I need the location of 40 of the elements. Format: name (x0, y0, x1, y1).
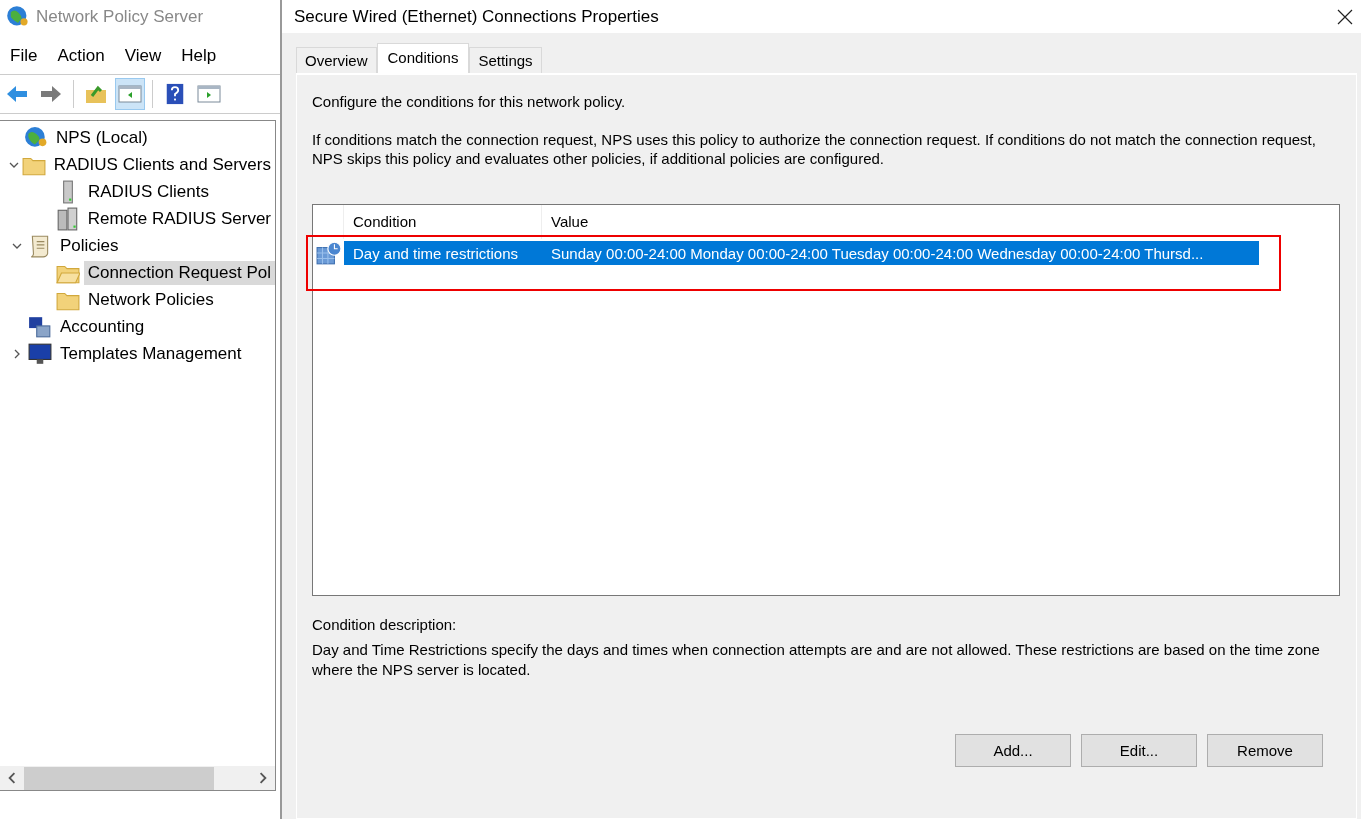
menu-item[interactable]: Help (181, 45, 217, 66)
monitor-icon (28, 341, 52, 366)
description-label: Condition description: (312, 616, 458, 633)
expand-chevron-icon[interactable] (12, 348, 22, 359)
menu-item[interactable]: View (124, 45, 162, 66)
tree-item[interactable]: Network Policies (84, 287, 218, 312)
scrollbar-thumb[interactable] (24, 766, 214, 790)
menu-item[interactable]: File (10, 45, 38, 66)
close-icon[interactable] (1337, 8, 1353, 25)
column-header[interactable]: Condition (343, 205, 541, 239)
window-title: Network Policy Server (36, 6, 204, 27)
tab[interactable]: Conditions (376, 43, 470, 73)
table-row[interactable]: Day and time restrictions Sunday 00:00-24:00 Monday 00:00-24:00 Tuesday 00:00-24:00 Wednesday 00:00-24:00 Thursd... (344, 241, 1259, 265)
scroll-left-icon[interactable] (6, 772, 18, 784)
calendar-clock-icon (316, 241, 342, 265)
scroll-right-icon[interactable] (257, 772, 269, 784)
tree-item[interactable]: Connection Request Pol (83, 260, 275, 285)
tab[interactable]: Settings (469, 47, 542, 73)
dialog-button[interactable]: Remove (1207, 734, 1323, 767)
server-icon (55, 206, 80, 231)
tab[interactable]: Overview (296, 47, 377, 73)
tree-item[interactable]: RADIUS Clients (84, 179, 213, 204)
tree-item[interactable]: NPS (Local) (52, 125, 152, 150)
tree-item[interactable]: Accounting (56, 314, 149, 339)
description-text: Day and Time Restrictions specify the days and times when connection attempts are and are not allowed. These restrictions are based on the time zone where the NPS server is located. (312, 640, 1321, 680)
tree-item[interactable]: Remote RADIUS Server (83, 206, 275, 231)
explanation-text: If conditions match the connection request, NPS uses this policy to authorize the connection request. If conditions do not match the connection request, NPS skips this policy and evaluates other policies, if additional policies are configured. (312, 130, 1317, 168)
globe-icon (24, 125, 48, 150)
dialog-button[interactable]: Add... (955, 734, 1071, 767)
column-header[interactable]: Value (541, 205, 1258, 239)
menu-item[interactable]: Action (57, 45, 105, 66)
condition-cell-text: Day and time restrictions (352, 244, 520, 262)
intro-text: Configure the conditions for this network policy. (312, 93, 627, 110)
tree-item[interactable]: RADIUS Clients and Servers (49, 152, 275, 177)
computers-icon (28, 314, 52, 339)
value-cell-text: Sunday 00:00-24:00 Monday 00:00-24:00 Tuesday 00:00-24:00 Wednesday 00:00-24:00 Thursd... (550, 244, 1205, 262)
tree-item[interactable]: Policies (56, 233, 123, 258)
dialog-button[interactable]: Edit... (1081, 734, 1197, 767)
dialog-title: Secure Wired (Ethernet) Connections Properties (294, 6, 659, 27)
tree-item[interactable]: Templates Management (56, 341, 246, 366)
